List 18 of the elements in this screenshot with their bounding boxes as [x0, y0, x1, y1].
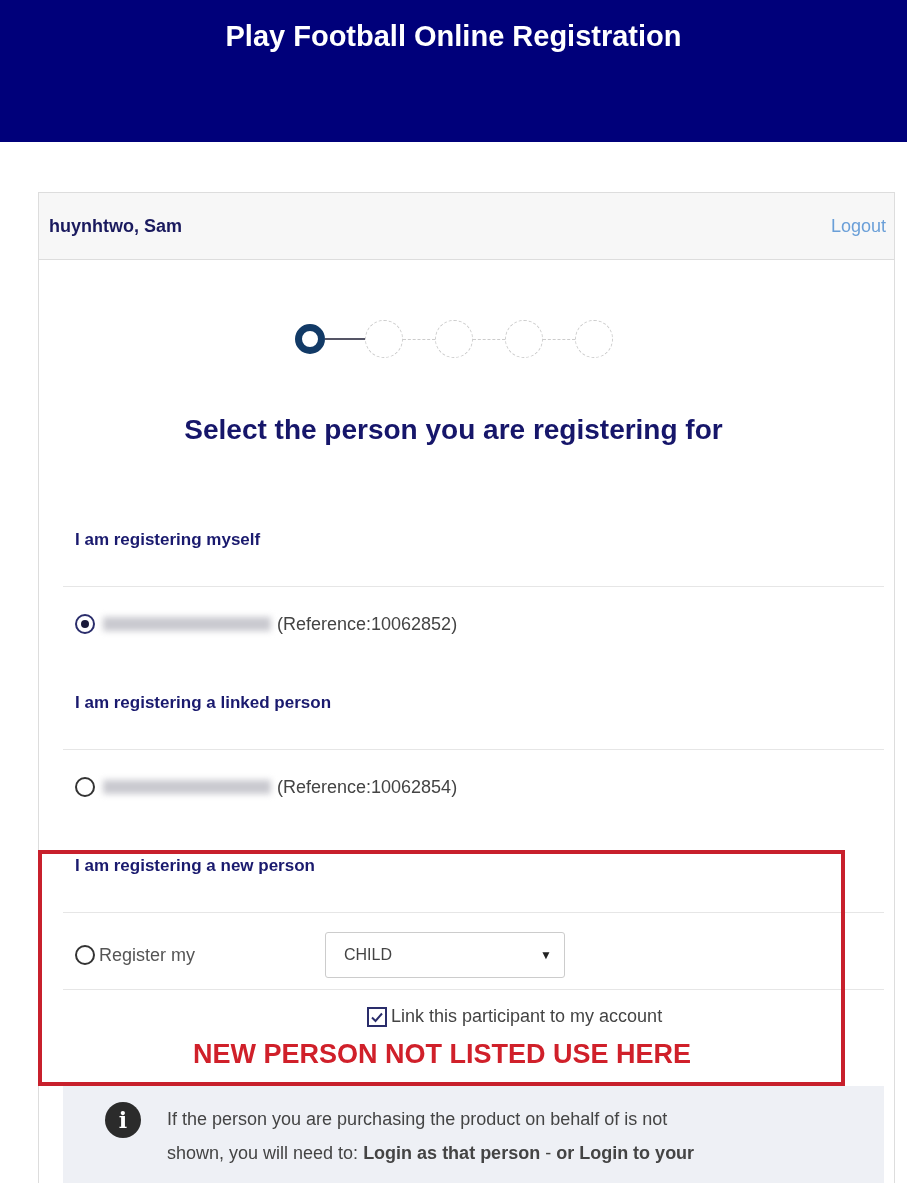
reference-text: (Reference:10062852)	[277, 613, 458, 635]
info-icon: i	[105, 1102, 141, 1138]
register-label: Register my	[99, 944, 197, 966]
banner-title: Play Football Online Registration	[225, 20, 682, 54]
section-title: I am registering a new person	[63, 802, 884, 913]
reference-text: (Reference:10062854)	[277, 776, 458, 798]
radio-button[interactable]	[75, 777, 95, 797]
radio-button[interactable]	[75, 614, 95, 634]
annotation-text: NEW PERSON NOT LISTED USE HERE	[192, 1038, 693, 1071]
section-title: I am registering a linked person	[63, 639, 884, 750]
relation-select[interactable]: CHILD ▼	[325, 932, 565, 978]
user-name: huynhtwo, Sam	[49, 215, 182, 237]
checkbox-label: Link this participant to my account	[391, 1006, 663, 1027]
radio-button[interactable]	[75, 945, 95, 965]
section-title: I am registering myself	[63, 446, 884, 587]
checkbox[interactable]	[367, 1006, 387, 1027]
page-heading: Select the person you are registering for	[183, 414, 724, 446]
info-text: If the person you are purchasing the product on behalf of is not shown, you will need to: Login as that person - or Login to your	[167, 1108, 695, 1165]
